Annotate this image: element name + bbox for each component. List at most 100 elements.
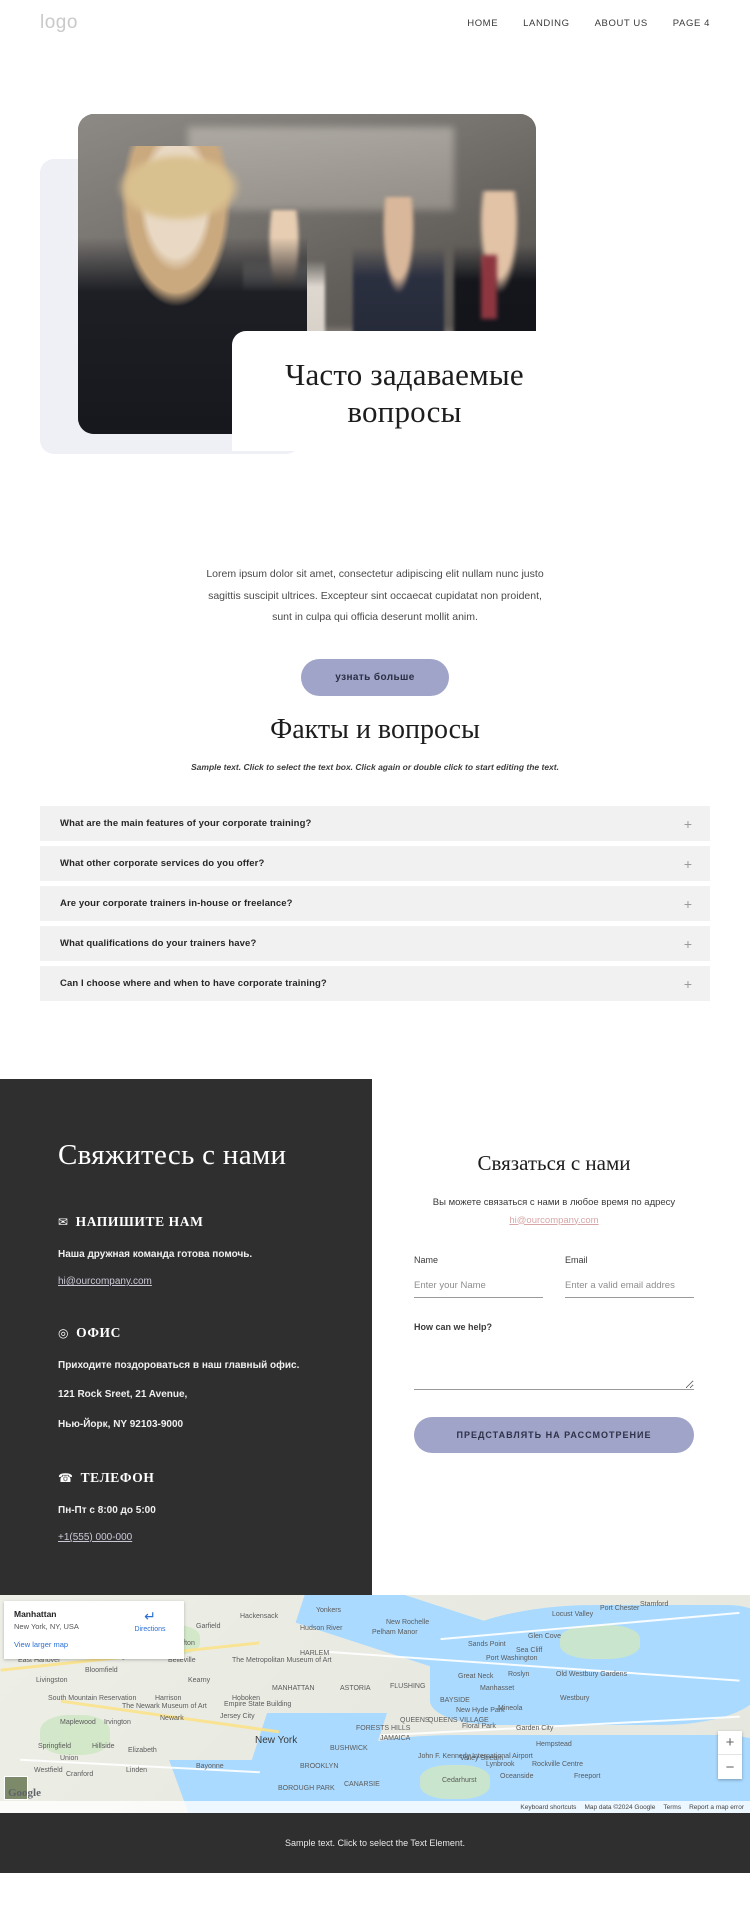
submit-button[interactable]: ПРЕДСТАВЛЯТЬ НА РАССМОТРЕНИЕ bbox=[414, 1417, 694, 1454]
plus-icon[interactable]: + bbox=[684, 897, 692, 911]
plus-icon[interactable]: + bbox=[684, 937, 692, 951]
map-label: Floral Park bbox=[462, 1723, 496, 1730]
page-title: Часто задаваемые вопросы bbox=[285, 357, 524, 429]
map-label: Irvington bbox=[104, 1719, 131, 1726]
map-label: Springfield bbox=[38, 1743, 72, 1750]
logo[interactable]: logo bbox=[40, 12, 78, 34]
map-label: Kearny bbox=[188, 1677, 211, 1684]
faq-accordion-item-2[interactable]: What other corporate services do you off… bbox=[40, 846, 710, 881]
map-report-error-link[interactable]: Report a map error bbox=[689, 1804, 744, 1811]
nav-item-about-us[interactable]: ABOUT US bbox=[595, 18, 648, 29]
plus-icon[interactable]: + bbox=[684, 977, 692, 991]
map-label: Stamford bbox=[640, 1601, 669, 1608]
contact-email-block: ✉ НАПИШИТЕ НАМ Наша дружная команда гото… bbox=[58, 1214, 372, 1289]
map-label: BOROUGH PARK bbox=[278, 1785, 335, 1792]
map-terms-link[interactable]: Terms bbox=[663, 1804, 681, 1811]
email-label: Email bbox=[565, 1255, 588, 1266]
plus-icon[interactable]: + bbox=[684, 817, 692, 831]
faq-title: Факты и вопросы bbox=[270, 714, 480, 745]
message-label: How can we help? bbox=[414, 1322, 493, 1333]
message-textarea[interactable] bbox=[414, 1338, 694, 1391]
hero-section: Часто задаваемые вопросы Lorem ipsum dol… bbox=[0, 46, 750, 696]
form-subtitle-email-link[interactable]: hi@ourcompany.com bbox=[509, 1215, 598, 1226]
map-label: Pelham Manor bbox=[372, 1629, 418, 1636]
hero-cta-wrap: узнать больше bbox=[0, 658, 750, 696]
name-label: Name bbox=[414, 1255, 439, 1266]
map-label: New Hyde Park bbox=[456, 1707, 505, 1714]
faq-question-label: What other corporate services do you off… bbox=[60, 858, 265, 869]
contact-phone-link[interactable]: +1(555) 000-000 bbox=[58, 1532, 132, 1543]
map-view-larger-link[interactable]: View larger map bbox=[14, 1640, 68, 1649]
name-input[interactable] bbox=[414, 1277, 543, 1299]
map-label: Westbury bbox=[560, 1695, 590, 1702]
map-label: Linden bbox=[126, 1767, 148, 1774]
map-label: Empire State Building bbox=[224, 1701, 292, 1708]
map-label: Great Neck bbox=[458, 1673, 494, 1680]
contact-office-title: ОФИС bbox=[76, 1325, 121, 1340]
map-label: Roslyn bbox=[508, 1671, 530, 1678]
form-field-name: Name bbox=[414, 1255, 543, 1299]
google-logo: Google bbox=[8, 1787, 41, 1799]
form-field-message: How can we help? bbox=[414, 1322, 694, 1395]
contact-phone-title: ТЕЛЕФОН bbox=[80, 1470, 155, 1485]
hero-body: Lorem ipsum dolor sit amet, consectetur … bbox=[0, 536, 750, 696]
map-label: FORESTS HILLS bbox=[356, 1725, 411, 1732]
map-label: QUEENS VILLAGE bbox=[428, 1717, 489, 1724]
form-subtitle-text: Вы можете связаться с нами в любое время… bbox=[432, 1197, 676, 1208]
map-label: ASTORIA bbox=[340, 1685, 371, 1692]
nav-item-page-4[interactable]: PAGE 4 bbox=[673, 18, 710, 29]
nav-item-landing[interactable]: LANDING bbox=[523, 18, 569, 29]
map-label: CANARSIE bbox=[344, 1781, 380, 1788]
faq-subtitle: Sample text. Click to select the text bo… bbox=[191, 762, 559, 772]
map-label: Hempstead bbox=[536, 1741, 572, 1748]
map-label: BAYSIDE bbox=[440, 1697, 470, 1704]
contact-phone-block: ☎ ТЕЛЕФОН Пн-Пт с 8:00 до 5:00 +1(555) 0… bbox=[58, 1470, 372, 1545]
map-label: New York bbox=[255, 1735, 298, 1746]
faq-accordion-item-5[interactable]: Can I choose where and when to have corp… bbox=[40, 966, 710, 1001]
map-directions-button[interactable]: ↵ Directions bbox=[126, 1609, 174, 1633]
map-label: Old Westbury Gardens bbox=[556, 1671, 628, 1678]
map-label: John F. Kennedy International Airport bbox=[418, 1753, 533, 1760]
map-label: The Newark Museum of Art bbox=[122, 1703, 207, 1710]
phone-icon: ☎ bbox=[58, 1470, 74, 1485]
nav-item-home[interactable]: HOME bbox=[467, 18, 498, 29]
map-park bbox=[560, 1625, 640, 1659]
contact-form-panel: Связаться с нами Вы можете связаться с н… bbox=[372, 1079, 750, 1595]
contact-phone-hours: Пн-Пт с 8:00 до 5:00 bbox=[58, 1505, 156, 1516]
map-label: Hillside bbox=[92, 1743, 115, 1750]
contact-email-title: НАПИШИТЕ НАМ bbox=[75, 1214, 204, 1229]
map-section[interactable]: New YorkNewarkHackensackGarfieldCliftonP… bbox=[0, 1595, 750, 1813]
map-label: Cedarhurst bbox=[442, 1777, 477, 1784]
map-label: Maplewood bbox=[60, 1719, 96, 1726]
email-input[interactable] bbox=[565, 1277, 694, 1299]
map-label: FLUSHING bbox=[390, 1683, 426, 1690]
map-label: Livingston bbox=[36, 1677, 68, 1684]
map-label: Oceanside bbox=[500, 1773, 534, 1780]
map-keyboard-shortcuts[interactable]: Keyboard shortcuts bbox=[520, 1804, 576, 1811]
contact-phone-heading: ☎ ТЕЛЕФОН bbox=[58, 1470, 372, 1486]
faq-question-label: What are the main features of your corpo… bbox=[60, 818, 312, 829]
faq-accordion-item-4[interactable]: What qualifications do your trainers hav… bbox=[40, 926, 710, 961]
map-label: HARLEM bbox=[300, 1650, 330, 1657]
faq-question-label: Are your corporate trainers in-house or … bbox=[60, 898, 293, 909]
main-navigation: HOME LANDING ABOUT US PAGE 4 bbox=[467, 18, 720, 29]
faq-accordion-item-1[interactable]: What are the main features of your corpo… bbox=[40, 806, 710, 841]
contact-address-line-1: 121 Rock Sreet, 21 Avenue, bbox=[58, 1389, 188, 1400]
contact-office-text: Приходите поздороваться в наш главный оф… bbox=[58, 1360, 300, 1371]
map-label: Sands Point bbox=[468, 1641, 506, 1648]
zoom-in-button[interactable]: + bbox=[718, 1731, 742, 1755]
contact-email-link[interactable]: hi@ourcompany.com bbox=[58, 1276, 152, 1287]
plus-icon[interactable]: + bbox=[684, 857, 692, 871]
map-info-card[interactable]: Manhattan New York, NY, USA View larger … bbox=[4, 1601, 184, 1659]
map-label: JAMAICA bbox=[380, 1735, 411, 1742]
envelope-icon: ✉ bbox=[58, 1214, 69, 1229]
faq-accordion-item-3[interactable]: Are your corporate trainers in-house or … bbox=[40, 886, 710, 921]
footer-text: Sample text. Click to select the Text El… bbox=[285, 1838, 465, 1848]
zoom-out-button[interactable]: − bbox=[718, 1755, 742, 1779]
site-header: logo HOME LANDING ABOUT US PAGE 4 bbox=[0, 0, 750, 46]
form-title: Связаться с нами bbox=[477, 1151, 631, 1175]
map-label: Port Chester bbox=[600, 1605, 640, 1612]
map-label: Hackensack bbox=[240, 1613, 279, 1620]
learn-more-button[interactable]: узнать больше bbox=[301, 658, 449, 696]
contact-office-block: ◎ ОФИС Приходите поздороваться в наш гла… bbox=[58, 1325, 372, 1434]
